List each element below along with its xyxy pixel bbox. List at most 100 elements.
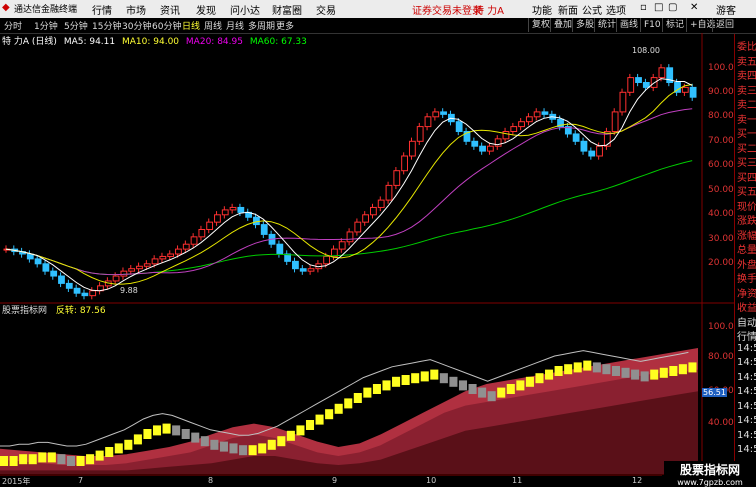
period-tab-1min[interactable]: 1分钟 — [34, 19, 58, 32]
period-tab-more[interactable]: 更多 — [276, 19, 294, 32]
indicator-bar — [344, 398, 353, 409]
date-label-jul: 7 — [78, 476, 84, 485]
indicator-bar — [267, 439, 276, 450]
candle-body — [136, 265, 143, 270]
app-logo-icon: ◆ — [2, 2, 10, 13]
date-label-sep: 9 — [332, 476, 338, 485]
price-label-90: 90.00 — [708, 87, 734, 97]
indicator-group — [0, 348, 698, 474]
indicator-bar — [258, 443, 267, 454]
indicator-bar — [152, 425, 162, 436]
price-label-30: 30.00 — [708, 234, 734, 244]
candles-group — [3, 64, 697, 300]
side-panel-label: 卖一 — [737, 114, 756, 126]
menu-item-wealth[interactable]: 财富圈 — [272, 2, 302, 17]
menu-item-options[interactable]: 选项 — [606, 2, 626, 17]
indicator-bar — [659, 367, 668, 378]
side-panel-label: 14:5 — [737, 357, 756, 368]
login-notice[interactable]: 证券交易未登录 — [412, 2, 482, 17]
price-label-60: 60.00 — [708, 160, 734, 170]
period-tab-weekly[interactable]: 周线 — [204, 19, 222, 32]
minimize-icon[interactable]: ▫ — [640, 2, 647, 13]
period-tab-60min[interactable]: 60分钟 — [152, 19, 181, 32]
indicator-bar — [38, 452, 47, 463]
menu-item-formula[interactable]: 公式 — [582, 2, 602, 17]
indicator-bar — [678, 364, 687, 375]
candle-body — [354, 221, 362, 233]
period-toolbar: 分时 1分钟 5分钟 15分钟 30分钟 60分钟 日线 周线 月线 多周期 更… — [0, 18, 756, 34]
guest-label[interactable]: 游客 — [716, 2, 736, 17]
candle-body — [369, 206, 377, 216]
indicator-bar — [248, 445, 257, 456]
side-panel-label: 买三 — [737, 158, 756, 169]
candle-body — [260, 224, 268, 235]
menu-item-news[interactable]: 资讯 — [160, 2, 180, 17]
ma60-line — [5, 160, 693, 276]
price-label-50: 50.00 — [708, 185, 734, 195]
indicator-bar — [506, 384, 515, 394]
candle-body — [167, 253, 175, 257]
date-axis: 2015年 7 8 9 10 11 12 — [0, 476, 734, 487]
menu-item-market[interactable]: 市场 — [126, 2, 146, 17]
candle-body — [307, 268, 315, 272]
side-panel-label: 卖四 — [737, 71, 756, 82]
mark-button[interactable]: 标记 — [662, 18, 687, 32]
menu-item-trade[interactable]: 交易 — [316, 2, 336, 17]
menu-item-discover[interactable]: 发现 — [196, 2, 216, 17]
menu-item-new[interactable]: 新面 — [558, 2, 578, 17]
candle-body — [440, 111, 447, 115]
candle-body — [112, 275, 120, 282]
candle-body — [276, 243, 284, 255]
indicator-bar — [229, 443, 238, 454]
indicator-name: 股票指标网 — [2, 306, 48, 316]
candle-body — [151, 258, 159, 265]
period-tab-timeshare[interactable]: 分时 — [4, 19, 22, 32]
maximize-icon[interactable]: ▢ — [668, 2, 677, 13]
back-button[interactable]: 返回 — [712, 18, 737, 32]
period-tab-monthly[interactable]: 月线 — [226, 19, 244, 32]
indicator-bar — [411, 373, 420, 384]
candle-body — [681, 86, 689, 93]
candle-body — [143, 263, 151, 267]
indicator-bar — [602, 364, 611, 375]
indicator-bar — [420, 371, 429, 382]
period-tab-daily[interactable]: 日线 — [182, 19, 200, 32]
side-panel-label: 换手 — [737, 274, 756, 285]
indicator-bar — [353, 393, 362, 403]
candle-body — [26, 253, 34, 260]
side-panel-label: 现价 — [737, 201, 756, 213]
indicator-bar — [133, 434, 142, 445]
period-tab-15min[interactable]: 15分钟 — [92, 19, 121, 32]
candle-body — [81, 292, 89, 297]
draw-button[interactable]: 画线 — [616, 18, 641, 32]
candle-body — [385, 184, 393, 201]
period-tab-multi[interactable]: 多周期 — [248, 19, 275, 32]
menu-item-function[interactable]: 功能 — [532, 2, 552, 17]
indicator-bar — [0, 456, 9, 466]
candle-body — [206, 221, 214, 230]
close-icon[interactable]: ✕ — [690, 2, 698, 13]
candle-body — [42, 263, 50, 272]
date-label-oct: 10 — [426, 476, 437, 485]
period-tab-5min[interactable]: 5分钟 — [64, 19, 88, 32]
high-annotation: 108.00 — [632, 46, 660, 55]
price-label-80: 80.00 — [708, 111, 734, 121]
kline-chart[interactable]: 108.00 9.88 — [0, 33, 734, 476]
indicator-bar — [439, 373, 448, 384]
candle-body — [159, 255, 167, 260]
restore-icon[interactable]: □ — [654, 2, 663, 13]
side-panel-label: 14:5 — [737, 400, 756, 412]
legend-ma10: MA10: 94.00 — [122, 37, 180, 47]
indicator-bar — [76, 456, 85, 466]
indicator-bar — [631, 369, 640, 380]
indicator-bar — [372, 384, 381, 394]
date-label-nov: 11 — [512, 476, 523, 485]
indicator-value: 87.56 — [79, 306, 106, 316]
menu-item-quotes[interactable]: 行情 — [92, 2, 112, 17]
candle-body — [471, 140, 479, 147]
period-tab-30min[interactable]: 30分钟 — [122, 19, 151, 32]
f10-button[interactable]: F10 — [640, 18, 664, 32]
indicator-bar — [525, 376, 534, 387]
menu-item-ask[interactable]: 问小达 — [230, 2, 260, 17]
indicator-bar — [114, 443, 123, 454]
